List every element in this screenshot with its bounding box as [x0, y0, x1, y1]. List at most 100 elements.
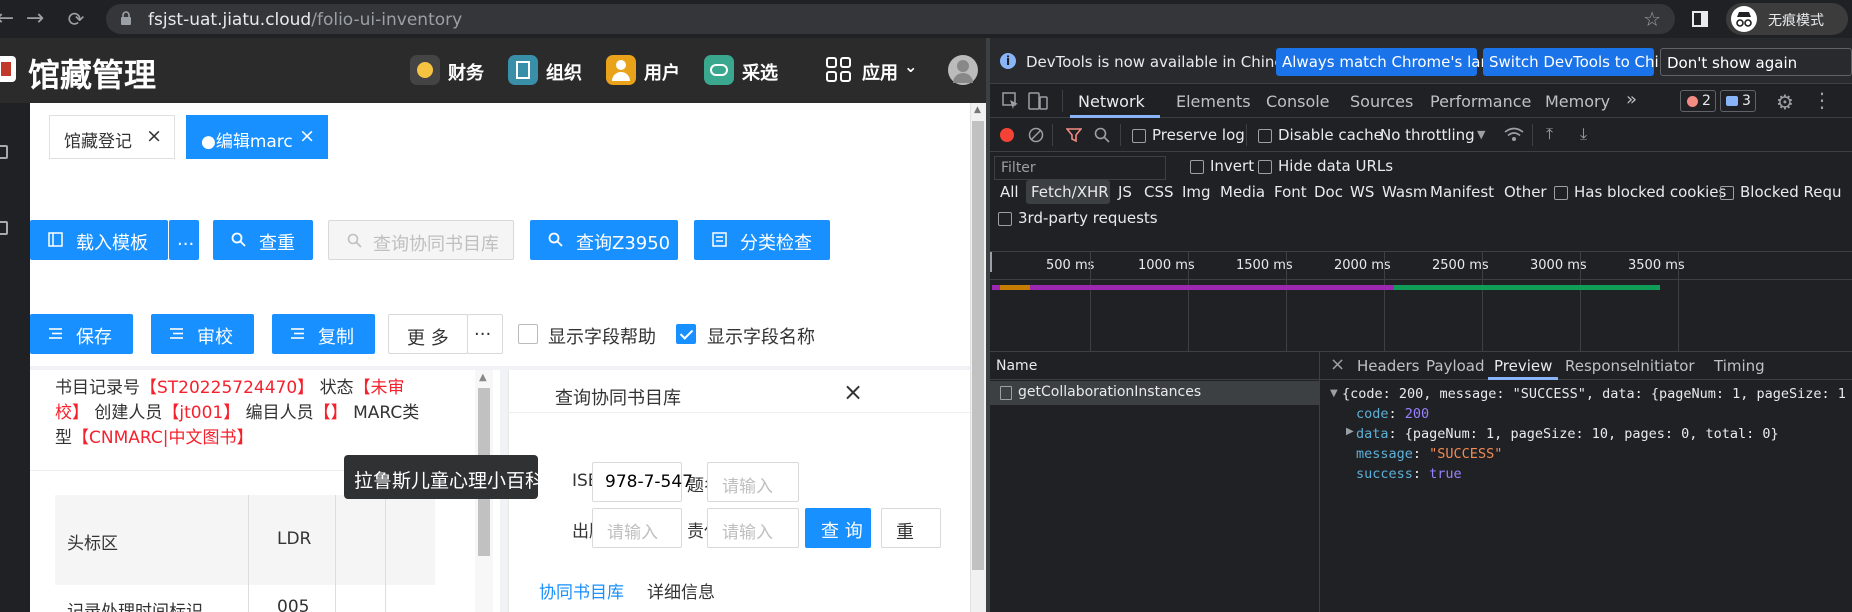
- more-dropdown-button[interactable]: ···: [467, 314, 503, 354]
- export-har-icon[interactable]: ⤓: [1580, 124, 1587, 144]
- type-filter-doc[interactable]: Doc: [1314, 183, 1343, 201]
- throttling-select[interactable]: No throttling: [1380, 126, 1475, 144]
- save-button[interactable]: 保存: [30, 314, 133, 354]
- tab-holdings-register[interactable]: 馆藏登记 ×: [49, 115, 175, 159]
- isbn-input[interactable]: 978-7-547: [592, 462, 693, 502]
- close-icon[interactable]: ×: [1330, 354, 1345, 375]
- preview-root[interactable]: {code: 200, message: "SUCCESS", data: {p…: [1342, 386, 1846, 402]
- scroll-up-icon[interactable]: ▲: [974, 105, 981, 115]
- type-filter-ws[interactable]: WS: [1350, 183, 1374, 201]
- gear-icon[interactable]: ⚙: [1776, 90, 1794, 114]
- collapsed-triangle-icon[interactable]: ▶: [1346, 426, 1354, 437]
- bookmark-star-icon[interactable]: ☆: [1643, 7, 1661, 31]
- type-filter-font[interactable]: Font: [1274, 183, 1307, 201]
- tab-sources[interactable]: Sources: [1350, 92, 1413, 111]
- side-panel-icon[interactable]: [1692, 11, 1708, 27]
- type-filter-fetch-xhr[interactable]: Fetch/XHR: [1026, 180, 1110, 204]
- type-filter-wasm[interactable]: Wasm: [1382, 183, 1428, 201]
- back-icon[interactable]: ←: [0, 6, 18, 32]
- has-blocked-cookies-checkbox[interactable]: [1554, 186, 1568, 200]
- tab-preview[interactable]: Preview: [1494, 357, 1552, 375]
- tab-detail-info[interactable]: 详细信息: [647, 578, 715, 603]
- dont-show-again-button[interactable]: Don't show again: [1660, 48, 1852, 76]
- sidebar-icon-2[interactable]: [0, 221, 8, 235]
- tab-initiator[interactable]: Initiator: [1636, 357, 1695, 375]
- device-toolbar-icon[interactable]: [1028, 92, 1048, 110]
- title-input[interactable]: 请输入: [707, 462, 799, 502]
- network-timeline[interactable]: 500 ms 1000 ms 1500 ms 2000 ms 2500 ms 3…: [990, 252, 1852, 352]
- more-button[interactable]: 更 多: [388, 314, 468, 354]
- kebab-menu-icon[interactable]: ⋮: [1812, 88, 1832, 112]
- import-har-icon[interactable]: ⤒: [1546, 124, 1553, 144]
- tab-console[interactable]: Console: [1266, 92, 1330, 111]
- preserve-log-checkbox[interactable]: [1132, 129, 1146, 143]
- network-conditions-icon[interactable]: [1504, 127, 1524, 143]
- search-collab-button[interactable]: 查询协同书目库: [328, 220, 514, 260]
- load-template-button[interactable]: 载入模板: [30, 220, 168, 260]
- load-template-more-button[interactable]: ...: [169, 220, 199, 260]
- switch-to-chinese-button[interactable]: Switch DevTools to Chinese: [1483, 48, 1695, 76]
- more-tabs-icon[interactable]: »: [1626, 89, 1637, 110]
- incognito-badge[interactable]: 无痕模式: [1726, 3, 1848, 35]
- type-filter-css[interactable]: CSS: [1144, 183, 1174, 201]
- tab-response[interactable]: Response: [1565, 357, 1637, 375]
- inspect-element-icon[interactable]: [1002, 92, 1020, 110]
- page-scroll-thumb[interactable]: [972, 121, 984, 570]
- classify-check-button[interactable]: 分类检查: [694, 220, 830, 260]
- tab-headers[interactable]: Headers: [1357, 357, 1419, 375]
- third-party-checkbox[interactable]: [998, 212, 1012, 226]
- tab-timing[interactable]: Timing: [1714, 357, 1765, 375]
- forward-icon[interactable]: →: [22, 6, 48, 32]
- avatar[interactable]: [948, 55, 978, 85]
- tab-elements[interactable]: Elements: [1176, 92, 1251, 111]
- blocked-requests-checkbox[interactable]: [1720, 186, 1734, 200]
- error-count-badge[interactable]: 2: [1680, 90, 1716, 112]
- close-icon[interactable]: ×: [146, 125, 162, 147]
- table-row[interactable]: 记录处理时间标识 005: [55, 585, 435, 612]
- tab-payload[interactable]: Payload: [1426, 357, 1485, 375]
- type-filter-all[interactable]: All: [1000, 183, 1019, 201]
- close-icon[interactable]: ×: [843, 378, 863, 406]
- review-button[interactable]: 审校: [151, 314, 254, 354]
- reset-button[interactable]: 重: [881, 508, 941, 548]
- disable-cache-checkbox[interactable]: [1258, 129, 1272, 143]
- search-z3950-button[interactable]: 查询Z3950: [530, 220, 678, 260]
- preview-data-row[interactable]: data: {pageNum: 1, pageSize: 10, pages: …: [1356, 426, 1779, 442]
- type-filter-other[interactable]: Other: [1504, 183, 1547, 201]
- publisher-input[interactable]: 请输入: [592, 508, 682, 548]
- tab-performance[interactable]: Performance: [1430, 92, 1531, 111]
- type-filter-js[interactable]: JS: [1118, 183, 1132, 201]
- type-filter-img[interactable]: Img: [1182, 183, 1211, 201]
- always-match-language-button[interactable]: Always match Chrome's language: [1276, 48, 1537, 76]
- query-button[interactable]: 查 询: [805, 508, 871, 548]
- sidebar-icon-1[interactable]: [0, 145, 8, 159]
- scroll-up-icon[interactable]: ▲: [479, 372, 487, 383]
- invert-checkbox[interactable]: [1190, 160, 1204, 174]
- show-field-name-checkbox[interactable]: [676, 324, 696, 344]
- dedupe-search-button[interactable]: 查重: [213, 220, 313, 260]
- search-icon[interactable]: [1094, 127, 1110, 143]
- reload-icon[interactable]: ⟳: [63, 6, 89, 32]
- filter-icon[interactable]: [1066, 127, 1082, 143]
- tab-network[interactable]: Network: [1078, 92, 1145, 111]
- clear-icon[interactable]: [1028, 127, 1044, 143]
- message-count-badge[interactable]: 3: [1720, 90, 1756, 112]
- type-filter-media[interactable]: Media: [1220, 183, 1265, 201]
- tab-memory[interactable]: Memory: [1545, 92, 1610, 111]
- show-field-help-checkbox[interactable]: [518, 324, 538, 344]
- hide-data-urls-checkbox[interactable]: [1258, 160, 1272, 174]
- name-column-header[interactable]: Name: [996, 358, 1037, 374]
- address-bar[interactable]: fsjst-uat.jiatu.cloud/folio-ui-inventory…: [106, 4, 1675, 34]
- tab-edit-marc[interactable]: ●编辑marc ×: [186, 115, 328, 159]
- tab-collab-catalog[interactable]: 协同书目库: [539, 578, 624, 603]
- table-row[interactable]: 头标区 LDR: [55, 495, 435, 585]
- close-icon[interactable]: ×: [299, 125, 315, 147]
- disable-cache-label: Disable cache: [1278, 126, 1383, 144]
- responsibility-input[interactable]: 请输入: [707, 508, 799, 548]
- record-icon[interactable]: [1000, 128, 1014, 142]
- list-item[interactable]: getCollaborationInstances: [990, 381, 1320, 405]
- expanded-triangle-icon[interactable]: ▼: [1330, 388, 1338, 399]
- copy-button[interactable]: 复制: [272, 314, 375, 354]
- filter-input[interactable]: Filter: [994, 156, 1166, 180]
- type-filter-manifest[interactable]: Manifest: [1430, 183, 1494, 201]
